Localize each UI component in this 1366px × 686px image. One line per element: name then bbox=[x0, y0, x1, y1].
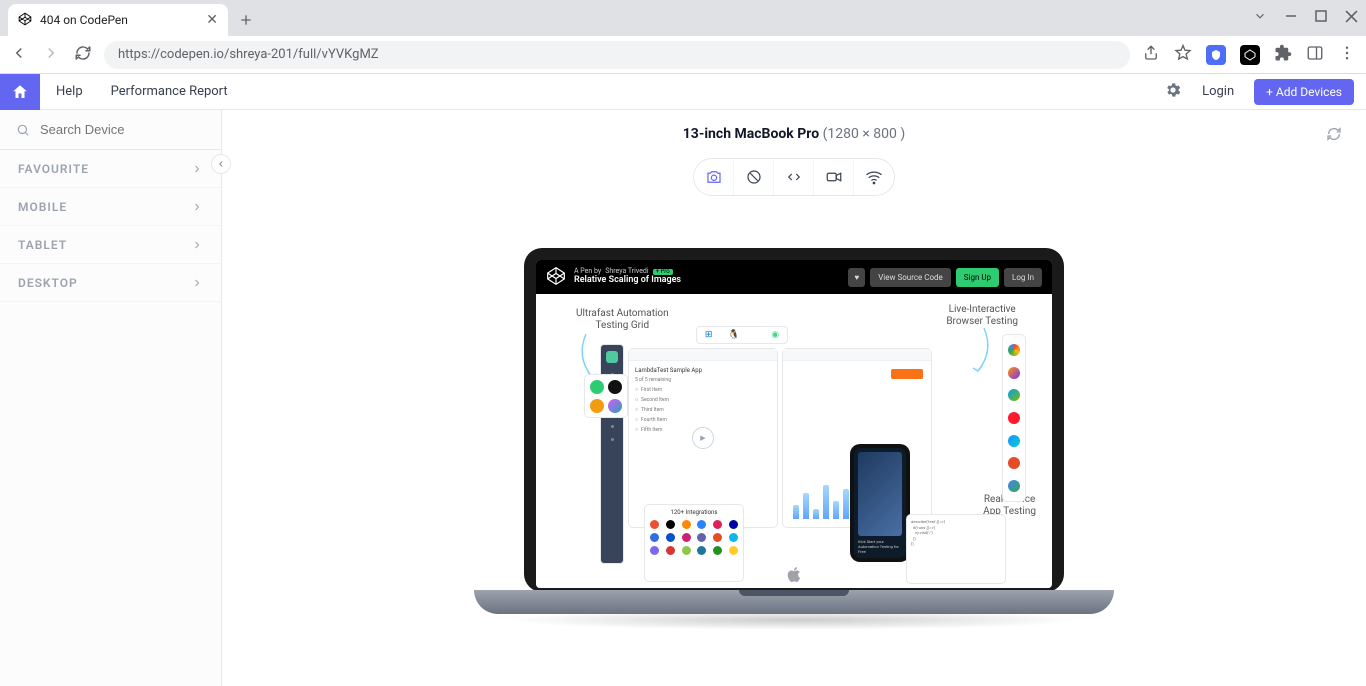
chevron-right-icon bbox=[191, 239, 203, 251]
view-source-button[interactable]: View Source Code bbox=[870, 268, 951, 287]
login-link[interactable]: Login bbox=[1202, 84, 1234, 99]
os-icons-bar: ⊞🐧◉ bbox=[696, 326, 788, 344]
main-preview-area: 13-inch MacBook Pro (1280 × 800 ) A Pen … bbox=[222, 110, 1366, 686]
url-bar[interactable]: https://codepen.io/shreya-201/full/vYVKg… bbox=[104, 41, 1130, 69]
sidebar-item-label: TABLET bbox=[18, 238, 67, 252]
back-button[interactable] bbox=[10, 44, 28, 66]
device-mockup: A Pen by Shreya Trivedi + Pro Relative S… bbox=[474, 248, 1114, 630]
extension-shield-icon[interactable] bbox=[1206, 45, 1226, 65]
apple-logo-icon bbox=[785, 564, 803, 584]
chevron-down-icon[interactable] bbox=[1253, 9, 1267, 27]
rotate-button[interactable] bbox=[734, 159, 774, 195]
browser-toolbar: https://codepen.io/shreya-201/full/vYVKg… bbox=[0, 36, 1366, 74]
window-controls bbox=[1253, 0, 1366, 36]
maximize-icon[interactable] bbox=[1315, 10, 1327, 26]
minimize-icon[interactable] bbox=[1285, 10, 1297, 26]
favourite-button[interactable]: ♥ bbox=[848, 268, 865, 287]
share-icon[interactable] bbox=[1142, 44, 1160, 66]
codepen-logo-icon bbox=[546, 266, 566, 289]
tab-close-icon[interactable]: ✕ bbox=[206, 12, 218, 28]
home-button[interactable] bbox=[0, 74, 40, 110]
sidebar-search[interactable] bbox=[0, 110, 221, 150]
browser-tab-strip: 404 on CodePen ✕ bbox=[0, 0, 1366, 36]
device-screen[interactable]: A Pen by Shreya Trivedi + Pro Relative S… bbox=[536, 260, 1052, 588]
close-window-icon[interactable] bbox=[1345, 10, 1358, 27]
sample-app-panel: LambdaTest Sample App 5 of 5 remaining F… bbox=[628, 348, 778, 528]
video-button[interactable] bbox=[814, 159, 854, 195]
sidebar-item-label: MOBILE bbox=[18, 200, 67, 214]
bookmark-star-icon[interactable] bbox=[1174, 44, 1192, 66]
code-panel: describe('test',()=>{ it('runs',()=>{ cy… bbox=[906, 514, 1006, 584]
new-tab-button[interactable] bbox=[238, 4, 254, 36]
screenshot-button[interactable] bbox=[694, 159, 734, 195]
integrations-panel: 120+ Integrations bbox=[644, 504, 744, 582]
add-devices-button[interactable]: + Add Devices bbox=[1254, 79, 1354, 105]
app-header: Help Performance Report Login + Add Devi… bbox=[0, 74, 1366, 110]
laptop-base bbox=[474, 590, 1114, 614]
sidebar-item-label: DESKTOP bbox=[18, 276, 78, 290]
settings-gear-icon[interactable] bbox=[1164, 81, 1182, 103]
sidebar-item-label: FAVOURITE bbox=[18, 162, 89, 176]
play-icon: ▶ bbox=[692, 427, 714, 449]
sidebar: FAVOURITE MOBILE TABLET DESKTOP bbox=[0, 110, 222, 686]
pen-body: Ultrafast Automation Testing Grid Live-I… bbox=[536, 294, 1052, 588]
menu-dots-icon[interactable] bbox=[1338, 44, 1356, 66]
callout-automation: Ultrafast Automation Testing Grid bbox=[576, 308, 669, 332]
chevron-right-icon bbox=[191, 163, 203, 175]
browser-tab[interactable]: 404 on CodePen ✕ bbox=[8, 4, 228, 36]
chevron-right-icon bbox=[191, 201, 203, 213]
login-button[interactable]: Log In bbox=[1004, 268, 1042, 287]
devtools-button[interactable] bbox=[774, 159, 814, 195]
sidebar-item-mobile[interactable]: MOBILE bbox=[0, 188, 221, 226]
chevron-right-icon bbox=[191, 277, 203, 289]
device-toolbar bbox=[693, 158, 895, 196]
sidebar-item-favourite[interactable]: FAVOURITE bbox=[0, 150, 221, 188]
network-button[interactable] bbox=[854, 159, 894, 195]
browsers-panel bbox=[1002, 334, 1026, 502]
signup-button[interactable]: Sign Up bbox=[956, 268, 999, 287]
pen-title: Relative Scaling of Images bbox=[574, 276, 681, 286]
sidebar-item-desktop[interactable]: DESKTOP bbox=[0, 264, 221, 302]
side-panel-icon[interactable] bbox=[1306, 44, 1324, 66]
extension-codepen-icon[interactable] bbox=[1240, 45, 1260, 65]
menu-performance-report[interactable]: Performance Report bbox=[111, 84, 228, 99]
callout-browser-testing: Live-Interactive Browser Testing bbox=[946, 304, 1018, 328]
menu-help[interactable]: Help bbox=[56, 84, 83, 99]
extensions-puzzle-icon[interactable] bbox=[1274, 44, 1292, 66]
sidebar-item-tablet[interactable]: TABLET bbox=[0, 226, 221, 264]
search-icon bbox=[16, 122, 30, 138]
url-text: https://codepen.io/shreya-201/full/vYVKg… bbox=[118, 47, 379, 62]
test-frameworks-panel bbox=[584, 374, 628, 418]
device-title: 13-inch MacBook Pro (1280 × 800 ) bbox=[683, 126, 905, 142]
forward-button[interactable] bbox=[42, 44, 60, 66]
phone-mockup: Kick Start your Automation Testing for F… bbox=[850, 444, 910, 562]
reload-button[interactable] bbox=[74, 44, 92, 66]
codepen-favicon-icon bbox=[18, 12, 32, 29]
refresh-devices-button[interactable] bbox=[1326, 126, 1342, 146]
tab-title: 404 on CodePen bbox=[40, 13, 198, 27]
codepen-header: A Pen by Shreya Trivedi + Pro Relative S… bbox=[536, 260, 1052, 294]
search-input[interactable] bbox=[40, 122, 205, 137]
